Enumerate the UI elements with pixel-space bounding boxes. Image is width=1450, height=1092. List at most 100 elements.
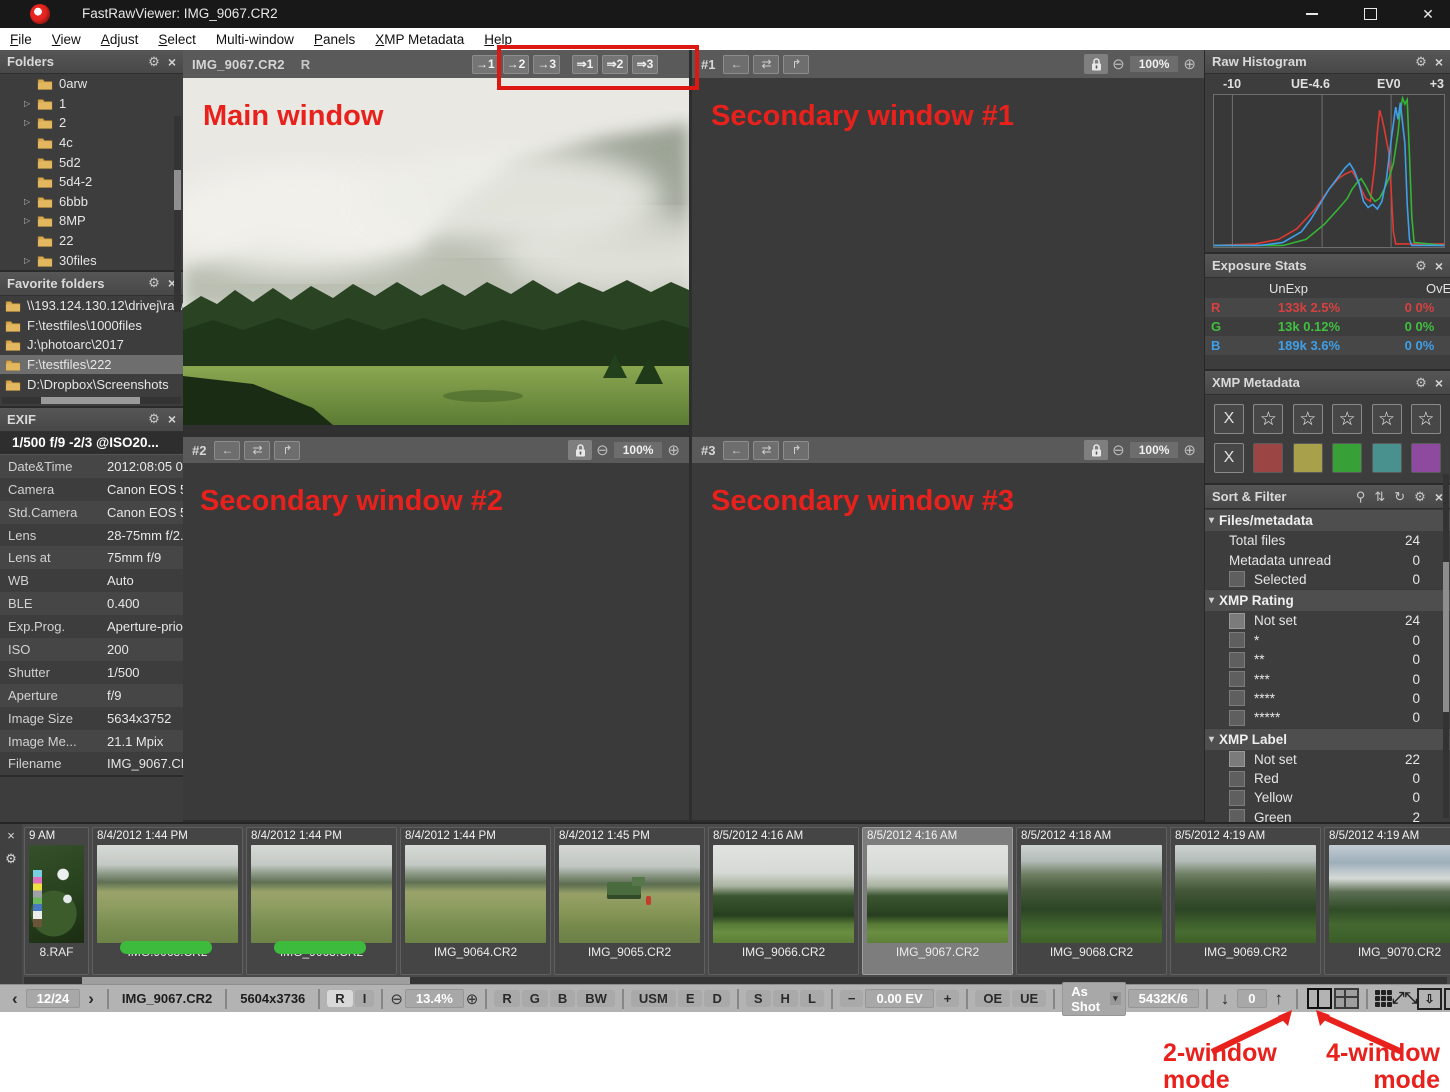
folder-item-1[interactable]: ▷1 [0,94,183,114]
ev-value-field[interactable]: 0.00 EV [865,989,933,1008]
folder-item-22[interactable]: 22 [0,231,183,251]
filter-row[interactable]: Yellow0 [1205,788,1450,807]
checkbox[interactable] [1229,671,1245,687]
zoom-out-button[interactable]: ⊖ [390,990,403,1008]
filter-section-header[interactable]: ▾Files/metadata [1205,509,1450,531]
lock-zoom-button[interactable] [1084,54,1108,74]
favorites-scrollbar[interactable] [2,397,181,404]
filter-row[interactable]: Not set24 [1205,611,1450,630]
thumbnail-IMG_9067.CR2[interactable]: 8/5/2012 4:16 AMIMG_9067.CR2 [862,827,1013,975]
filter-row[interactable]: Total files24 [1205,531,1450,550]
checkbox[interactable] [1229,690,1245,706]
folders-scrollbar[interactable] [174,116,181,312]
checkbox[interactable] [1229,790,1245,806]
window-nav-button-1[interactable]: ⇄ [753,55,779,74]
close-icon[interactable]: × [1435,258,1443,274]
favorite-folder-item[interactable]: J:\photoarc\2017 [0,335,183,355]
refresh-icon[interactable]: ↻ [1394,489,1405,505]
checkbox[interactable] [1229,710,1245,726]
clear-rating-button[interactable]: X [1214,404,1244,434]
gear-icon[interactable]: ⚙ [1415,54,1427,70]
rating-star-button-3[interactable]: ☆ [1332,404,1362,434]
ev-plus-button[interactable]: + [936,990,960,1007]
thumbnail-IMG_9063.CR2[interactable]: 8/4/2012 1:44 PMIMG_9063.CR2 [246,827,397,975]
gear-icon[interactable]: ⚙ [1414,489,1426,505]
expander-icon[interactable]: ▷ [24,197,37,206]
favorite-folder-item[interactable]: \\193.124.130.12\drivej\raw [0,296,183,316]
thumbnail-IMG_9065.CR2[interactable]: 8/4/2012 1:45 PMIMG_9065.CR2 [554,827,705,975]
favorite-folder-item[interactable]: D:\Dropbox\Screenshots [0,374,183,394]
lock-zoom-button[interactable] [568,440,592,460]
zoom-level-field[interactable]: 100% [1129,441,1180,459]
gear-icon[interactable]: ⚙ [148,54,160,70]
color-label-button-1[interactable] [1293,443,1323,473]
channel-r-button[interactable]: R [494,990,519,1007]
filter-row[interactable]: Metadata unread0 [1205,550,1450,569]
folder-item-6bbb[interactable]: ▷6bbb [0,192,183,212]
checkbox[interactable] [1229,652,1245,668]
zoom-percent-field[interactable]: 13.4% [405,989,464,1008]
checkbox[interactable] [1229,751,1245,767]
filter-row[interactable]: *****0 [1205,708,1450,727]
folder-item-0arw[interactable]: 0arw [0,74,183,94]
lock-zoom-button[interactable] [1084,440,1108,460]
sort-icon[interactable]: ⇅ [1374,489,1385,505]
white-balance-dropdown[interactable]: As Shot▾ [1062,982,1125,1016]
channel-b-button[interactable]: B [550,990,575,1007]
thumbnail-IMG_9068.CR2[interactable]: 8/5/2012 4:18 AMIMG_9068.CR2 [1016,827,1167,975]
rating-star-button-4[interactable]: ☆ [1372,404,1402,434]
toggle-oe-button[interactable]: OE [975,990,1010,1007]
file-counter-field[interactable]: 12/24 [26,989,81,1008]
next-file-button[interactable]: › [82,989,100,1009]
file-search-icon[interactable]: ⚲ [1356,489,1366,505]
window-nav-button-0[interactable]: ← [723,441,749,460]
toggle-l-button[interactable]: L [800,990,824,1007]
toggle-e-button[interactable]: E [678,990,703,1007]
prev-file-button[interactable]: ‹ [6,989,24,1009]
folder-item-4c[interactable]: 4c [0,133,183,153]
menu-select[interactable]: Select [148,32,206,47]
favorite-folder-item[interactable]: F:\testfiles\222 [0,355,183,375]
expander-icon[interactable]: ▷ [24,216,37,225]
channel-g-button[interactable]: G [522,990,548,1007]
favorite-folder-item[interactable]: F:\testfiles\1000files [0,316,183,336]
toggle-d-button[interactable]: D [704,990,729,1007]
window-nav-button-2[interactable]: ↱ [274,441,300,460]
zoom-in-icon[interactable]: ⊕ [1183,55,1196,73]
clear-label-button[interactable]: X [1214,443,1244,473]
close-icon[interactable]: × [168,411,176,427]
thumbnail-IMG_9064.CR2[interactable]: 8/4/2012 1:44 PMIMG_9064.CR2 [400,827,551,975]
zoom-out-icon[interactable]: ⊖ [596,441,609,459]
channel-bw-button[interactable]: BW [577,990,615,1007]
checkbox[interactable] [1229,571,1245,587]
toggle-s-button[interactable]: S [746,990,771,1007]
sortfilter-scrollbar[interactable] [1443,474,1449,818]
folder-item-30files[interactable]: ▷30files [0,250,183,270]
color-label-button-3[interactable] [1372,443,1402,473]
thumbnail-8.RAF[interactable]: 9 AM8.RAF [24,827,89,975]
thumbnail-IMG_9066.CR2[interactable]: 8/5/2012 4:16 AMIMG_9066.CR2 [708,827,859,975]
filter-row[interactable]: Selected0 [1205,570,1450,589]
maximize-button[interactable] [1358,4,1382,24]
folder-item-5d4-2[interactable]: 5d4-2 [0,172,183,192]
checkbox[interactable] [1229,613,1245,629]
checkbox[interactable] [1229,632,1245,648]
copy-to-window-1-button[interactable]: →1 [472,55,499,74]
window-nav-button-2[interactable]: ↱ [783,441,809,460]
fullscreen-button[interactable]: ⤢⤡ [1394,990,1415,1008]
filter-row[interactable]: Red0 [1205,769,1450,788]
thumbnail-IMG_9069.CR2[interactable]: 8/5/2012 4:19 AMIMG_9069.CR2 [1170,827,1321,975]
zoom-level-field[interactable]: 100% [613,441,664,459]
rating-star-button-2[interactable]: ☆ [1293,404,1323,434]
zoom-in-icon[interactable]: ⊕ [1183,441,1196,459]
toggle-usm-button[interactable]: USM [631,990,676,1007]
close-icon[interactable]: × [168,54,176,70]
ev-minus-button[interactable]: − [840,990,864,1007]
zoom-out-icon[interactable]: ⊖ [1112,441,1125,459]
zoom-in-icon[interactable]: ⊕ [667,441,680,459]
menu-xmp-metadata[interactable]: XMP Metadata [365,32,474,47]
color-label-button-2[interactable] [1332,443,1362,473]
toggle-h-button[interactable]: H [773,990,798,1007]
gear-icon[interactable]: ⚙ [5,851,17,867]
thumbnail-IMG.9063.CR2[interactable]: 8/4/2012 1:44 PMIMG.9063.CR2 [92,827,243,975]
